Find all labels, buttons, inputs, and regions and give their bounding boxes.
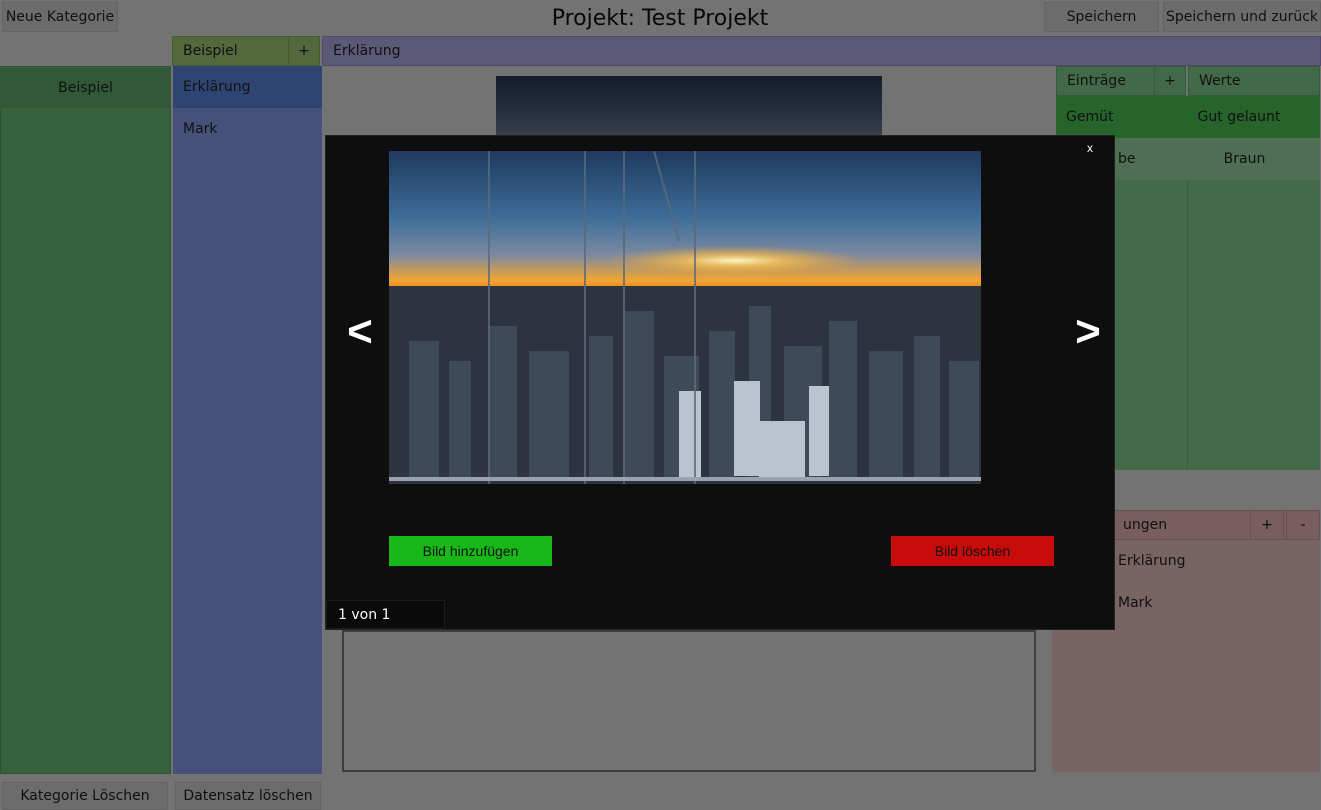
- city-skyline-picture: [389, 151, 981, 484]
- close-button[interactable]: x: [1072, 139, 1108, 157]
- next-image-button[interactable]: >: [1066, 302, 1110, 362]
- add-image-button[interactable]: Bild hinzufügen: [389, 536, 552, 566]
- delete-image-button[interactable]: Bild löschen: [891, 536, 1054, 566]
- city-skyline-image: [389, 151, 981, 484]
- previous-image-button[interactable]: <: [338, 302, 382, 362]
- image-counter: 1 von 1: [326, 600, 445, 629]
